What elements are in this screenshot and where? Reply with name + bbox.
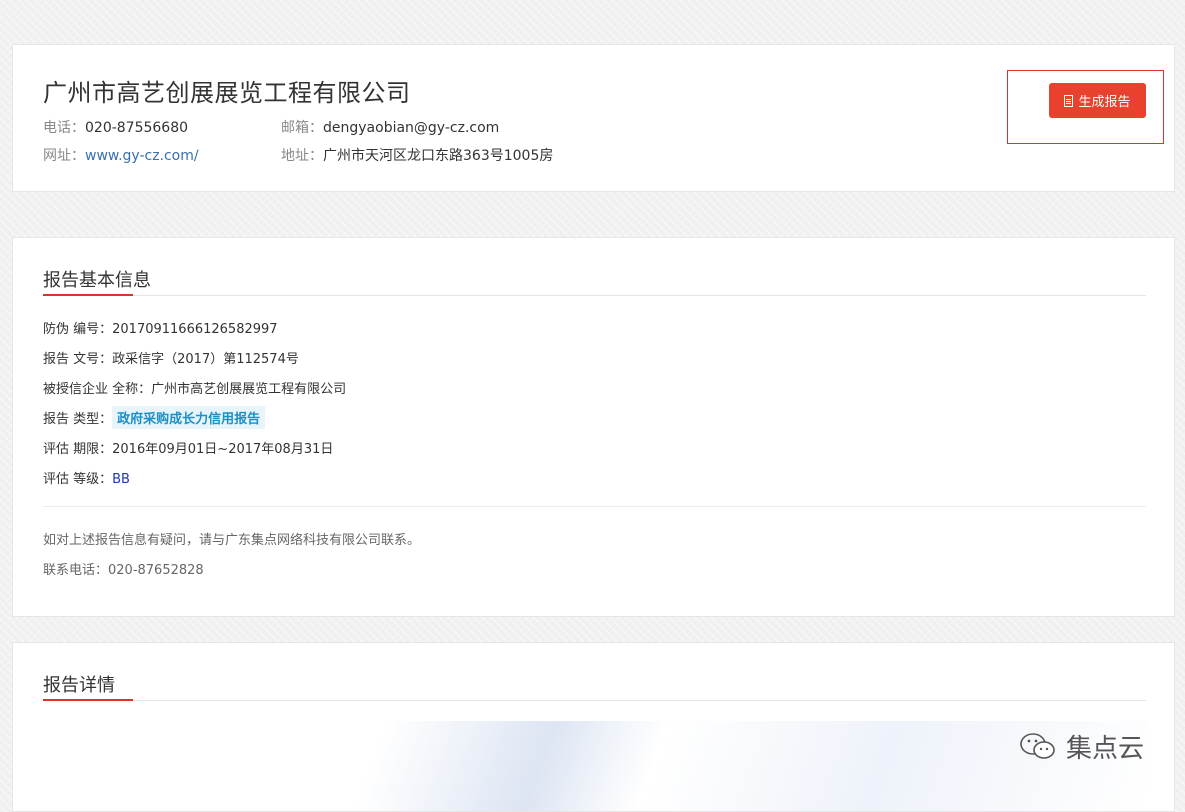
basic-info-title: 报告基本信息 [43, 270, 151, 291]
contact-phone-value: 020-87652828 [108, 563, 204, 578]
contact-note: 如对上述报告信息有疑问，请与广东集点网络科技有限公司联系。 [43, 533, 421, 548]
field-label: 报告 文号： [43, 352, 113, 367]
company-name: 广州市高艺创展展览工程有限公司 [43, 79, 411, 107]
report-detail-title: 报告详情 [43, 675, 115, 696]
generate-report-label: 生成报告 [1078, 95, 1131, 110]
report-type-badge: 政府采购成长力信用报告 [112, 406, 266, 429]
company-email: 邮箱：dengyaobian@gy-cz.com [281, 117, 499, 137]
generate-report-highlight: 生成报告 [1007, 70, 1164, 144]
field-evaluation-grade: 评估 等级：BB [43, 468, 130, 487]
field-label: 被授信企业 全称： [43, 382, 152, 397]
phone-label: 电话： [43, 120, 85, 136]
report-detail-card: 报告详情 集点云 [12, 642, 1175, 812]
company-address: 地址：广州市天河区龙口东路363号1005房 [281, 145, 553, 165]
email-label: 邮箱： [281, 120, 323, 136]
company-website: 网址：www.gy-cz.com/ [43, 145, 199, 165]
email-value: dengyaobian@gy-cz.com [323, 120, 500, 136]
field-value: 政采信字（2017）第112574号 [112, 352, 299, 367]
watermark-text: 集点云 [1066, 734, 1145, 764]
field-label: 评估 等级： [43, 472, 113, 487]
phone-value: 020-87556680 [85, 120, 189, 136]
field-evaluation-period: 评估 期限：2016年09月01日~2017年08月31日 [43, 438, 333, 457]
notes-divider [43, 506, 1146, 507]
section-divider [43, 295, 1146, 296]
wechat-icon [1020, 732, 1055, 759]
section-divider [43, 700, 1146, 701]
field-label: 评估 期限： [43, 442, 113, 457]
contact-label: 联系电话： [43, 563, 109, 578]
contact-phone: 联系电话：020-87652828 [43, 559, 204, 578]
basic-info-card: 报告基本信息 防伪 编号：20170911666126582997 报告 文号：… [12, 237, 1175, 617]
section-accent-line [43, 294, 133, 296]
field-value: 广州市高艺创展展览工程有限公司 [151, 382, 347, 397]
grade-value: BB [112, 472, 130, 487]
field-company-fullname: 被授信企业 全称：广州市高艺创展展览工程有限公司 [43, 378, 346, 397]
section-accent-line [43, 699, 133, 701]
document-icon [1064, 94, 1074, 107]
field-anti-fake-number: 防伪 编号：20170911666126582997 [43, 318, 278, 337]
report-cover-image [43, 721, 1146, 811]
website-link[interactable]: www.gy-cz.com/ [85, 148, 199, 164]
field-report-number: 报告 文号：政采信字（2017）第112574号 [43, 348, 299, 367]
field-label: 报告 类型： [43, 412, 113, 427]
company-card: 广州市高艺创展展览工程有限公司 电话：020-87556680 邮箱：dengy… [12, 44, 1175, 192]
field-value: 2016年09月01日~2017年08月31日 [112, 442, 334, 457]
field-report-type: 报告 类型： 政府采购成长力信用报告 [43, 406, 266, 429]
address-label: 地址： [281, 148, 323, 164]
generate-report-button[interactable]: 生成报告 [1049, 83, 1146, 118]
address-value: 广州市天河区龙口东路363号1005房 [323, 148, 554, 164]
watermark: 集点云 [1018, 728, 1144, 765]
field-label: 防伪 编号： [43, 322, 113, 337]
field-value: 20170911666126582997 [112, 322, 278, 337]
website-label: 网址： [43, 148, 85, 164]
company-phone: 电话：020-87556680 [43, 117, 188, 137]
